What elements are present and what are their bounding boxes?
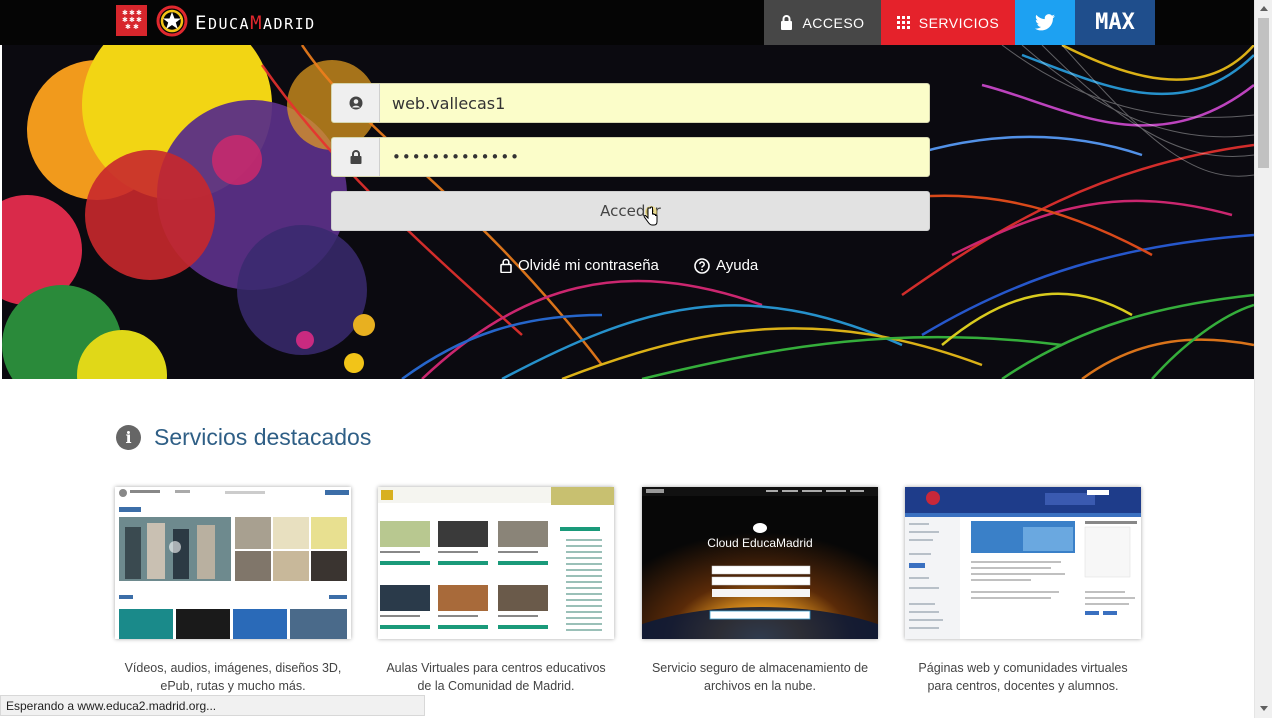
vertical-scrollbar[interactable]	[1254, 0, 1272, 718]
service-card-cloud[interactable]: Cloud EducaMadrid Servicio seguro de alm…	[642, 487, 878, 695]
twitter-bird-icon	[1035, 14, 1055, 31]
wordmark-m: M	[250, 12, 264, 34]
hero-banner: Acceder Olvidé mi contraseña Ayuda	[2, 45, 1254, 379]
scroll-up-arrow-icon[interactable]	[1255, 0, 1272, 17]
max-label: MAX	[1095, 10, 1135, 35]
scrollbar-thumb[interactable]	[1258, 18, 1269, 168]
service-description: Servicio seguro de almacenamiento de arc…	[651, 661, 869, 693]
info-icon: i	[116, 424, 141, 450]
hand-cursor-icon	[643, 206, 658, 226]
forgot-password-link[interactable]: Olvidé mi contraseña	[500, 257, 659, 274]
cloud-thumb-title: Cloud EducaMadrid	[707, 536, 813, 550]
acceso-button[interactable]: ACCESO	[764, 0, 881, 45]
lock-icon	[332, 138, 380, 176]
wordmark-e: E	[195, 12, 208, 34]
help-label: Ayuda	[716, 257, 759, 274]
max-button[interactable]: MAX	[1075, 0, 1155, 45]
educamadrid-emblem-icon[interactable]	[155, 4, 189, 38]
acceso-label: ACCESO	[802, 14, 865, 31]
cloud-thumbnail[interactable]: Cloud EducaMadrid	[642, 487, 878, 639]
comunidad-madrid-logo[interactable]: ✱ ✱ ✱ ✱ ✱ ✱ ✱ ✱	[116, 5, 147, 36]
top-navbar: ✱ ✱ ✱ ✱ ✱ ✱ ✱ ✱ EDUCAMADRID ACCESO SERVICIOS	[0, 0, 1254, 45]
web-comunidades-preview	[905, 487, 1141, 639]
service-description: Páginas web y comunidades virtuales para…	[918, 661, 1128, 693]
lock-icon	[500, 258, 512, 273]
service-description: Aulas Virtuales para centros educativos …	[386, 661, 606, 693]
service-card-aulas-virtuales[interactable]: Aulas Virtuales para centros educativos …	[378, 487, 614, 695]
wordmark-duca: DUCA	[207, 15, 251, 33]
aulas-virtuales-preview	[378, 487, 614, 639]
help-link[interactable]: Ayuda	[694, 257, 758, 274]
forgot-password-label: Olvidé mi contraseña	[518, 257, 659, 274]
twitter-button[interactable]	[1015, 0, 1075, 45]
educamadrid-wordmark[interactable]: EDUCAMADRID	[195, 12, 316, 34]
scroll-down-arrow-icon[interactable]	[1255, 700, 1272, 717]
service-description: Vídeos, audios, imágenes, diseños 3D, eP…	[124, 661, 342, 693]
question-circle-icon	[694, 257, 710, 274]
aulas-virtuales-thumbnail[interactable]	[378, 487, 614, 639]
service-card-web-comunidades[interactable]: Páginas web y comunidades virtuales para…	[905, 487, 1141, 695]
cloud-preview	[642, 487, 878, 639]
password-input[interactable]	[392, 138, 912, 176]
servicios-button[interactable]: SERVICIOS	[881, 0, 1015, 45]
status-text: Esperando a www.educa2.madrid.org...	[6, 699, 217, 713]
username-input[interactable]	[392, 84, 912, 122]
servicios-label: SERVICIOS	[918, 14, 1000, 31]
grid-icon	[896, 16, 910, 29]
web-comunidades-thumbnail[interactable]	[905, 487, 1141, 639]
mediateca-thumbnail[interactable]	[115, 487, 351, 639]
acceder-button[interactable]: Acceder	[331, 191, 930, 231]
mediateca-preview	[115, 487, 351, 639]
user-icon	[332, 84, 380, 122]
wordmark-adrid: ADRID	[263, 15, 316, 33]
page: ✱ ✱ ✱ ✱ ✱ ✱ ✱ ✱ EDUCAMADRID ACCESO SERVICIOS	[0, 0, 1272, 718]
username-field[interactable]	[331, 83, 930, 123]
services-title: Servicios destacados	[154, 423, 372, 450]
password-field[interactable]	[331, 137, 930, 177]
lock-icon	[781, 15, 793, 30]
services-header: i Servicios destacados	[116, 422, 371, 452]
service-card-mediateca[interactable]: Vídeos, audios, imágenes, diseños 3D, eP…	[115, 487, 351, 695]
browser-status-bar: Esperando a www.educa2.madrid.org...	[0, 695, 425, 716]
